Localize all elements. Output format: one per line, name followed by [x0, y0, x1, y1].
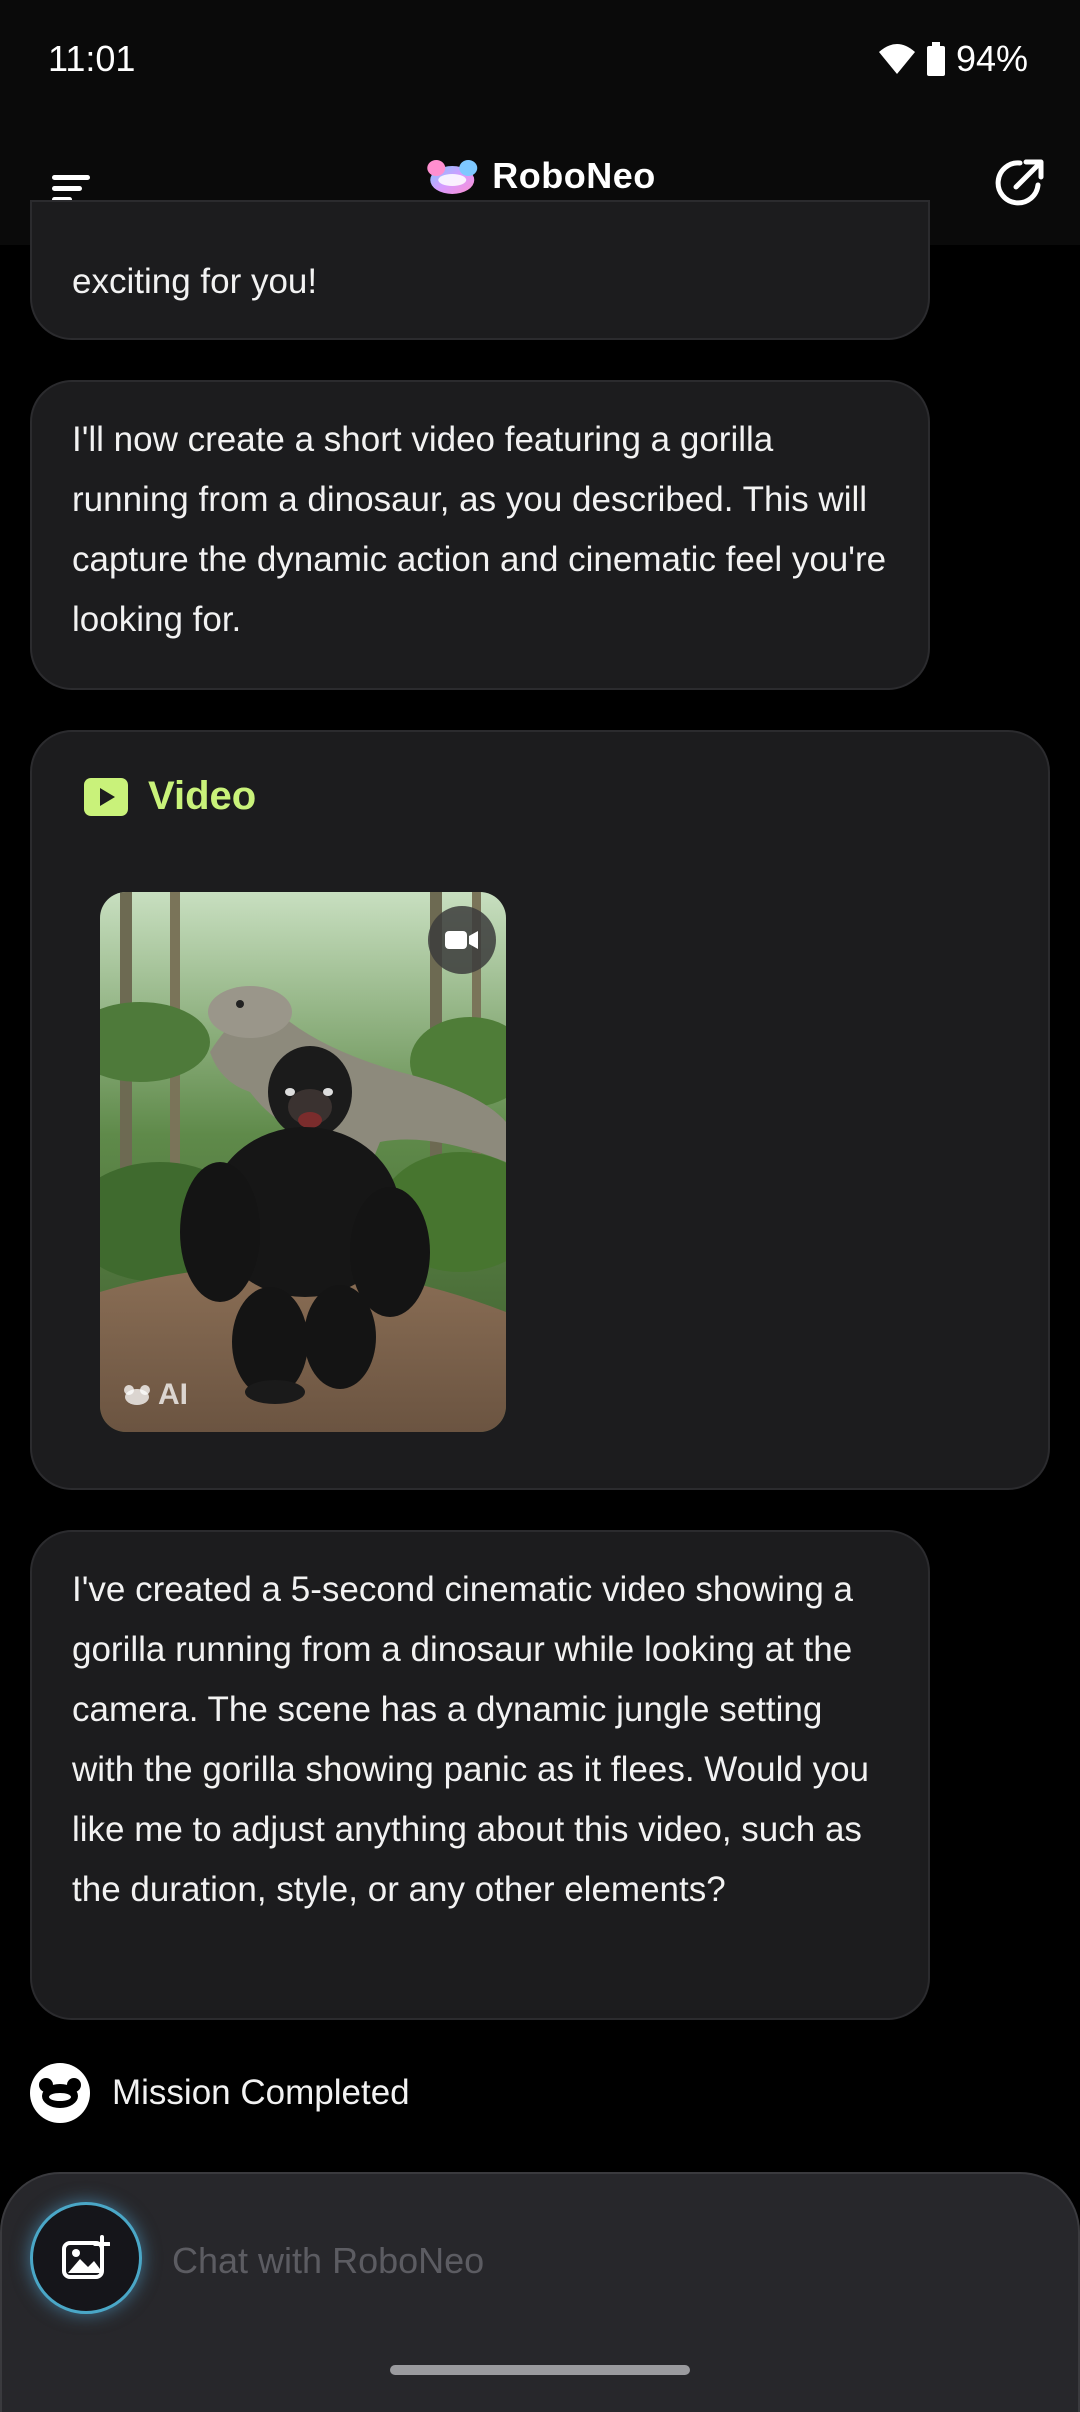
message-text: I've created a 5-second cinematic video …: [72, 1570, 870, 1909]
chat-message: I've created a 5-second cinematic video …: [30, 1530, 930, 2020]
app-name: RoboNeo: [492, 155, 656, 196]
video-play-icon: [84, 777, 128, 816]
mission-robot-icon: [30, 2063, 90, 2123]
message-text: I'll now create a short video featuring …: [72, 420, 887, 639]
status-indicators: 94%: [878, 38, 1028, 80]
chat-message: exciting for you!: [30, 200, 930, 340]
share-icon[interactable]: [992, 155, 1048, 211]
ai-logo-icon: [124, 1385, 150, 1405]
battery-percent: 94%: [955, 38, 1028, 79]
roboneo-logo-icon: [427, 160, 478, 194]
home-indicator[interactable]: [390, 2365, 690, 2375]
status-time: 11:01: [48, 38, 136, 79]
message-text: exciting for you!: [72, 262, 318, 301]
video-card-header: Video: [84, 774, 256, 819]
ai-watermark: AI: [122, 1378, 188, 1412]
camera-icon: [445, 931, 478, 949]
video-card: Video AI: [30, 730, 1050, 1490]
chat-composer: [0, 2172, 1080, 2412]
status-bar: 11:01 94%: [0, 0, 1080, 125]
video-preview-image: [100, 892, 506, 1432]
video-card-label: Video: [148, 774, 257, 818]
mission-status: Mission Completed: [30, 2063, 410, 2123]
mission-status-text: Mission Completed: [112, 2073, 410, 2112]
attach-image-button[interactable]: [30, 2202, 142, 2314]
chat-input[interactable]: [170, 2232, 1034, 2290]
ai-watermark-text: AI: [158, 1378, 188, 1411]
wifi-icon: [878, 44, 915, 74]
chat-message: I'll now create a short video featuring …: [30, 380, 930, 690]
video-thumbnail[interactable]: AI: [100, 892, 506, 1432]
camera-badge: [428, 906, 496, 974]
battery-icon: [926, 42, 945, 76]
image-add-icon: [62, 2235, 110, 2279]
app-logo: RoboNeo: [424, 155, 655, 197]
